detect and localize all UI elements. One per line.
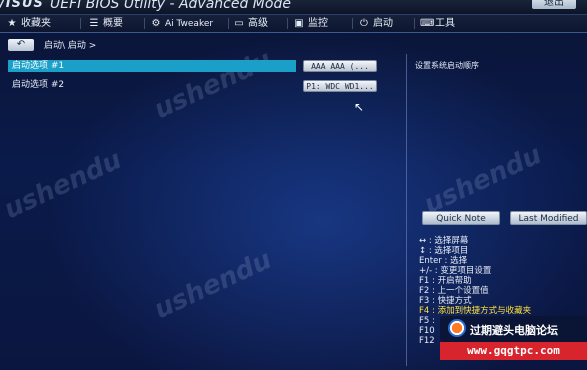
exit-button[interactable]: 退出 [532,0,576,9]
help-line: +/- : 变更项目设置 [419,266,492,276]
boot-option-1-row[interactable]: 启动选项 #1 [8,60,296,72]
boot-option-label: 启动选项 #1 [12,61,65,71]
help-line: ↕ : 选择项目 [419,246,469,256]
tweaker-icon: ⚙ [151,18,161,29]
boot-option-2-value[interactable]: P1: WDC WD1... [303,80,377,92]
quick-note-button[interactable]: Quick Note [422,211,500,225]
tab-favorites[interactable]: ★ 收藏夹 [6,17,51,30]
help-line: F3 : 快捷方式 [419,296,472,306]
list-icon: ☰ [89,18,99,29]
panel-divider [406,54,407,366]
menu-separator [352,18,353,29]
help-line: F1 : 开启帮助 [419,276,472,286]
help-line: ↔ : 选择屏幕 [419,236,469,246]
boot-option-1-value[interactable]: AAA AAA (... [303,60,377,72]
tab-main[interactable]: ☰ 概要 [88,17,123,30]
tab-ai-tweaker[interactable]: ⚙ Ai Tweaker [150,17,214,30]
advanced-icon: ▭ [234,18,244,29]
menu-separator [80,18,81,29]
power-icon: ⏻ [360,18,368,29]
help-line-highlighted: F4 : 添加到快捷方式与收藏夹 [419,306,532,316]
breadcrumb: 启动\ 启动 > [44,41,97,51]
forum-logo-icon [448,319,466,337]
menu-separator [414,18,415,29]
boot-option-label: 启动选项 #2 [12,80,65,90]
brand-logo: /ISUS [0,0,44,11]
tab-tool[interactable]: ⌨工具 [420,17,455,30]
tab-monitor[interactable]: ▣ 监控 [293,17,328,30]
title-bar: /ISUS UEFI BIOS Utility - Advanced Mode … [0,0,587,15]
tool-icon: ⌨ [420,18,435,29]
tab-advanced[interactable]: ▭ 高级 [233,17,268,30]
mouse-cursor-icon: ↖ [354,100,365,114]
monitor-icon: ▣ [294,18,304,29]
menu-separator [144,18,145,29]
forum-name: 过期避头电脑论坛 [470,324,558,337]
forum-url: www.gqgtpc.com [440,342,587,360]
help-line: Enter : 选择 [419,256,468,266]
back-button[interactable]: ↶ [8,39,34,51]
main-menu-bar: ★ 收藏夹 ☰ 概要 ⚙ Ai Tweaker ▭ 高级 ▣ 监控 ⏻ 启动 ⌨工具 [0,15,587,33]
star-icon: ★ [7,18,17,29]
last-modified-button[interactable]: Last Modified [510,211,587,225]
boot-option-2-row[interactable]: 启动选项 #2 [8,79,296,91]
menu-separator [287,18,288,29]
help-line: F2 : 上一个设置值 [419,286,489,296]
item-description: 设置系统启动顺序 [415,61,479,70]
tab-boot[interactable]: ⏻ 启动 [358,17,393,30]
window-title: UEFI BIOS Utility - Advanced Mode [50,0,291,12]
menu-separator [228,18,229,29]
